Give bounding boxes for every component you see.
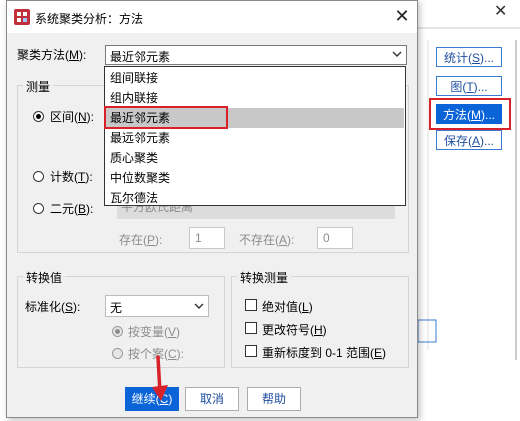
cluster-method-select[interactable]: 最近邻元素	[105, 45, 407, 65]
app-icon	[14, 9, 30, 25]
chevron-down-icon	[194, 303, 204, 309]
help-button[interactable]: 帮助	[247, 387, 301, 411]
count-radio[interactable]	[33, 171, 44, 182]
cluster-method-dropdown: 组间联接 组内联接 最近邻元素 最远邻元素 质心聚类 中位数聚类 瓦尔德法	[104, 66, 406, 206]
dropdown-option[interactable]: 中位数聚类	[106, 168, 404, 188]
plots-button[interactable]: 图(T)...	[436, 76, 502, 96]
save-button[interactable]: 保存(A)...	[436, 130, 502, 150]
absent-input: 0	[317, 227, 353, 249]
change-sign-checkbox[interactable]	[245, 322, 257, 334]
binary-label: 二元(B):	[50, 202, 94, 216]
cluster-method-value: 最近邻元素	[110, 50, 171, 64]
interval-label: 区间(N):	[50, 110, 95, 124]
selected-option-highlight	[104, 106, 228, 129]
absolute-checkbox[interactable]	[245, 299, 257, 311]
dropdown-option[interactable]: 质心聚类	[106, 148, 404, 168]
transform-values-title: 转换值	[23, 269, 66, 286]
method-button-highlight	[429, 98, 511, 130]
interval-radio[interactable]	[33, 111, 44, 122]
statistics-button[interactable]: 统计(S)...	[436, 47, 502, 67]
dialog-title: 系统聚类分析：方法	[35, 12, 144, 26]
rescale-checkbox[interactable]	[245, 345, 257, 357]
standardize-select[interactable]: 无	[105, 295, 209, 317]
transform-measures-title: 转换测量	[237, 269, 292, 286]
by-variable-radio[interactable]	[112, 326, 123, 337]
present-label: 存在(P):	[119, 233, 163, 247]
dialog-titlebar: 系统聚类分析：方法 ✕	[7, 1, 417, 33]
chevron-down-icon	[392, 51, 402, 57]
count-label: 计数(T):	[50, 170, 93, 184]
parent-close-icon[interactable]: ✕	[494, 4, 510, 20]
present-input: 1	[189, 227, 225, 249]
method-dialog: 系统聚类分析：方法 ✕ 聚类方法(M): 最近邻元素 测量 区间(N): 计数(…	[6, 0, 418, 418]
dropdown-option[interactable]: 组间联接	[106, 68, 404, 88]
dropdown-option[interactable]: 瓦尔德法	[106, 188, 404, 208]
dropdown-option[interactable]: 组内联接	[106, 88, 404, 108]
absent-label: 不存在(A):	[239, 233, 295, 247]
close-icon[interactable]: ✕	[393, 7, 411, 25]
by-case-radio[interactable]	[112, 348, 123, 359]
dropdown-option[interactable]: 最远邻元素	[106, 128, 404, 148]
cancel-button[interactable]: 取消	[185, 387, 239, 411]
binary-radio[interactable]	[33, 203, 44, 214]
measure-group-title: 测量	[23, 78, 54, 95]
by-variable-label: 按变量(V)	[128, 325, 181, 339]
absolute-label: 绝对值(L)	[262, 300, 313, 314]
cluster-method-label: 聚类方法(M):	[17, 48, 87, 62]
standardize-label: 标准化(S):	[25, 300, 81, 314]
red-arrow-icon	[152, 355, 168, 401]
rescale-label: 重新标度到 0-1 范围(E)	[262, 346, 387, 360]
change-sign-label: 更改符号(H)	[262, 323, 327, 337]
